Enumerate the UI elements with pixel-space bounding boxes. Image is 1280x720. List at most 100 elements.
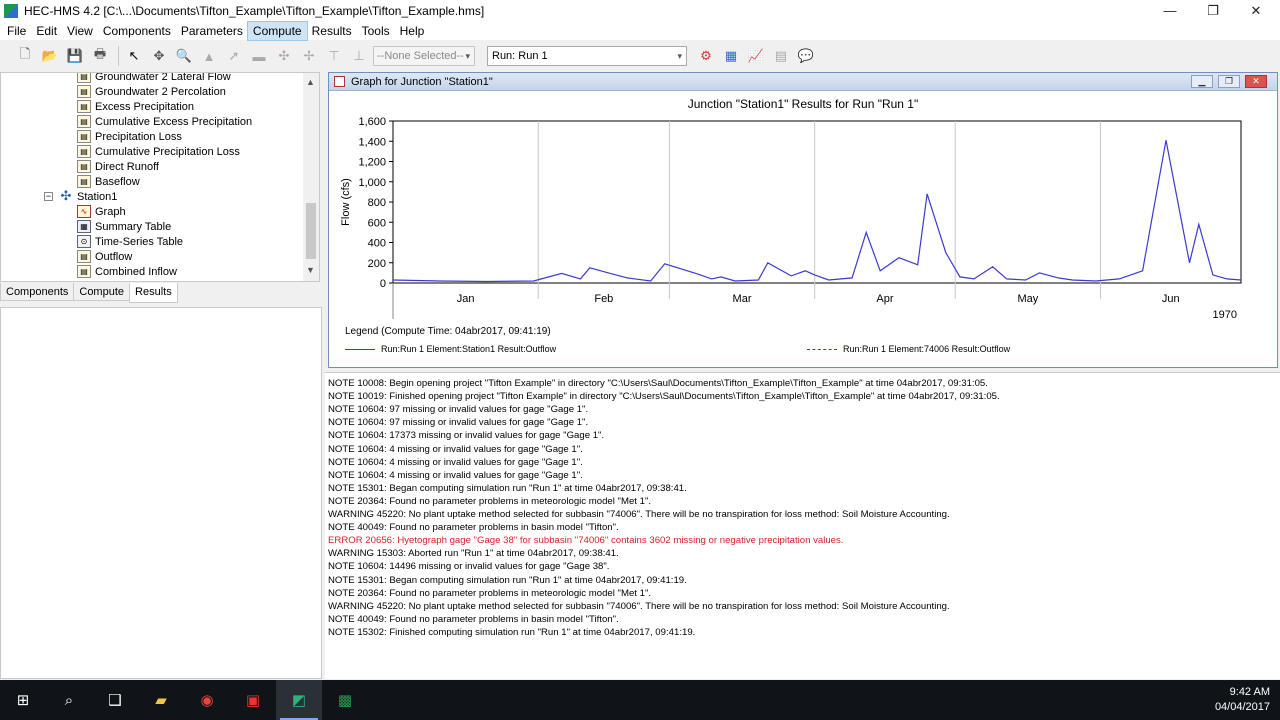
component-editor-panel [0,307,322,679]
run-selector[interactable]: Run: Run 1 ▾ [487,46,687,66]
pan-tool-icon[interactable]: ✥ [148,45,170,67]
acrobat-icon[interactable]: ▣ [230,680,276,720]
graph-minimize-button[interactable]: ▁ [1191,75,1213,88]
subbasin-tool-icon[interactable]: ▲ [198,45,220,67]
tree-item[interactable]: ▤ Cumulative Precipitation Loss [77,144,240,159]
log-line: NOTE 10604: 14496 missing or invalid val… [328,561,610,573]
tree-scrollbar[interactable]: ▲ ▼ [303,73,319,281]
tree-item[interactable]: ▤ Precipitation Loss [77,129,182,144]
x-tick-label: Jun [1162,293,1180,305]
chrome-icon[interactable]: ◉ [184,680,230,720]
windows-start-icon[interactable]: ⊞ [0,680,46,720]
tree-item-station1[interactable]: ✣ Station1 [59,188,118,204]
junction-tool-icon[interactable]: ✣ [273,45,295,67]
folder-icon: ▤ [77,250,91,263]
excel-icon[interactable]: ▩ [322,680,368,720]
y-tick-label: 1,200 [358,157,386,169]
menu-help[interactable]: Help [395,22,430,40]
tab-components[interactable]: Components [0,283,75,301]
sink-tool-icon[interactable]: ⊥ [348,45,370,67]
tree-item-label: Groundwater 2 Lateral Flow [95,72,231,83]
tree-item-outflow[interactable]: ▤ Outflow [77,249,132,264]
compute-run-icon[interactable]: ⚙ [695,45,717,67]
global-summary-icon[interactable]: ▦ [720,45,742,67]
folder-icon: ▤ [77,160,91,173]
print-icon[interactable]: 🖶 [89,45,111,67]
tree-item[interactable]: ▤ Baseflow [77,174,140,189]
menu-file[interactable]: File [2,22,31,40]
log-line: NOTE 20364: Found no parameter problems … [328,495,652,507]
reach-tool-icon[interactable]: ➚ [223,45,245,67]
close-button[interactable]: ✕ [1234,0,1278,22]
junction-icon: ✣ [60,188,72,203]
window-title: HEC-HMS 4.2 [C:\...\Documents\Tifton_Exa… [24,4,485,18]
diversion-tool-icon[interactable]: ✢ [298,45,320,67]
scroll-up-icon[interactable]: ▲ [306,77,315,87]
graph-results-icon[interactable]: 📈 [745,45,767,67]
scroll-thumb[interactable] [306,203,316,259]
search-icon[interactable]: ⌕ [46,680,92,720]
y-axis-label: Flow (cfs) [340,178,352,226]
source-tool-icon[interactable]: ⊤ [323,45,345,67]
menu-results[interactable]: Results [307,22,357,40]
menu-view[interactable]: View [62,22,98,40]
graph-window-titlebar[interactable]: Graph for Junction "Station1" ▁ ❐ ✕ [329,73,1277,91]
summary-table-icon[interactable]: ▤ [770,45,792,67]
tree-item-graph[interactable]: ∿ Graph [77,204,126,219]
explorer-tabs: Components Compute Results [0,283,320,303]
tree-item-time-series-table[interactable]: ⊙ Time-Series Table [77,234,183,249]
plot-area [392,120,1242,284]
folder-icon: ▤ [77,73,91,83]
y-tick-label: 400 [368,238,386,250]
log-line: NOTE 10604: 97 missing or invalid values… [328,404,589,416]
hec-hms-app-icon [4,4,18,18]
reservoir-tool-icon[interactable]: ▬ [248,45,270,67]
tree-item[interactable]: ▤ Direct Runoff [77,159,159,174]
new-file-icon[interactable]: 🗋 [14,45,36,67]
log-line: NOTE 10604: 17373 missing or invalid val… [328,430,605,442]
folder-icon: ▤ [77,175,91,188]
tree-item[interactable]: ▤ Groundwater 2 Percolation [77,84,226,99]
open-folder-icon[interactable]: 📂 [39,45,61,67]
title-bar: HEC-HMS 4.2 [C:\...\Documents\Tifton_Exa… [0,0,1280,22]
tab-compute[interactable]: Compute [73,283,131,301]
tab-results[interactable]: Results [129,283,178,303]
element-selector[interactable]: --None Selected-- ▾ [373,46,475,66]
windows-taskbar: ⊞ ⌕ ❑ ▰ ◉ ▣ ◩ ▩ 9:42 AM 04/04/2017 [0,680,1280,720]
y-tick-label: 600 [368,217,386,229]
collapse-toggle[interactable]: − [44,192,53,201]
tree-item[interactable]: ▤ Groundwater 2 Lateral Flow [77,72,231,84]
tree-item-combined-inflow[interactable]: ▤ Combined Inflow [77,264,177,279]
time-series-icon[interactable]: 💬 [795,45,817,67]
save-icon[interactable]: 💾 [64,45,86,67]
menu-edit[interactable]: Edit [31,22,62,40]
tree-item[interactable]: ▤ Excess Precipitation [77,99,194,114]
menu-bar: File Edit View Components Parameters Com… [0,21,1280,41]
folder-icon: ▤ [77,85,91,98]
tree-item-label: Cumulative Excess Precipitation [95,115,253,128]
arrow-tool-icon[interactable]: ↖ [123,45,145,67]
menu-compute[interactable]: Compute [246,21,308,41]
task-view-icon[interactable]: ❑ [92,680,138,720]
menu-tools[interactable]: Tools [357,22,395,40]
minimize-button[interactable]: — [1148,0,1192,22]
year-label: 1970 [1213,309,1237,321]
menu-components[interactable]: Components [98,22,176,40]
tree-item[interactable]: ▤ Cumulative Excess Precipitation [77,114,252,129]
tree-item-summary-table[interactable]: ▦ Summary Table [77,219,171,234]
graph-maximize-button[interactable]: ❐ [1218,75,1240,88]
file-explorer-icon[interactable]: ▰ [138,680,184,720]
x-tick-label: Jan [457,293,475,305]
system-tray-clock[interactable]: 9:42 AM 04/04/2017 [1215,685,1270,715]
menu-parameters[interactable]: Parameters [176,22,248,40]
log-line: NOTE 10008: Begin opening project "Tifto… [328,378,988,389]
scroll-down-icon[interactable]: ▼ [306,265,315,275]
graph-close-button[interactable]: ✕ [1245,75,1267,88]
log-line: WARNING 45220: No plant uptake method se… [328,509,950,520]
chevron-down-icon: ▾ [465,51,470,61]
hec-hms-icon[interactable]: ◩ [276,680,322,720]
maximize-button[interactable]: ❐ [1191,0,1235,22]
folder-icon: ▤ [77,265,91,278]
zoom-tool-icon[interactable]: 🔍 [173,45,195,67]
chevron-down-icon: ▾ [677,51,682,61]
